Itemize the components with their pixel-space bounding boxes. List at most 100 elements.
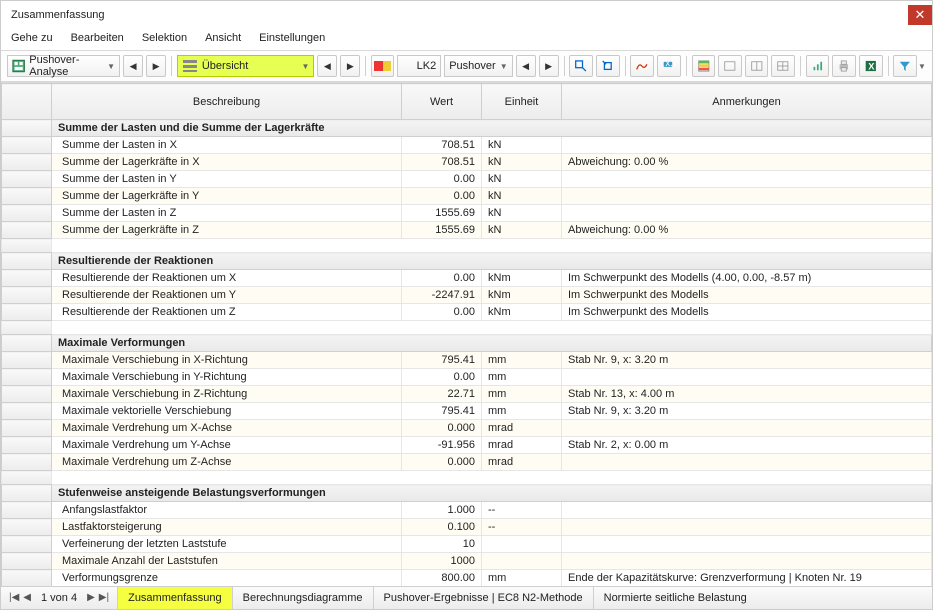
table-row[interactable]: Maximale Verschiebung in X-Richtung795.4… bbox=[2, 352, 932, 369]
filter-button[interactable] bbox=[893, 55, 917, 77]
menu-edit[interactable]: Bearbeiten bbox=[71, 32, 124, 44]
cell-description: Summe der Lagerkräfte in X bbox=[52, 154, 402, 171]
cell-note bbox=[562, 369, 932, 386]
results-toggle-button[interactable] bbox=[630, 55, 654, 77]
table-row[interactable]: Summe der Lasten in Y0.00kN bbox=[2, 171, 932, 188]
cell-value: 0.100 bbox=[402, 519, 482, 536]
view-2-button[interactable] bbox=[745, 55, 769, 77]
print-icon bbox=[837, 58, 851, 74]
table-row[interactable]: Anfangslastfaktor1.000-- bbox=[2, 502, 932, 519]
view-3-button[interactable] bbox=[771, 55, 795, 77]
panel-icon bbox=[723, 58, 737, 74]
cell-description: Maximale Verschiebung in X-Richtung bbox=[52, 352, 402, 369]
table-row[interactable]: Verfeinerung der letzten Laststufe10 bbox=[2, 536, 932, 553]
chart-button[interactable] bbox=[806, 55, 830, 77]
cell-unit: kN bbox=[482, 171, 562, 188]
table-row[interactable]: Summe der Lagerkräfte in Z1555.69kNAbwei… bbox=[2, 222, 932, 239]
next-page-button[interactable]: ▶ bbox=[87, 592, 95, 603]
menu-selection[interactable]: Selektion bbox=[142, 32, 187, 44]
menu-view[interactable]: Ansicht bbox=[205, 32, 241, 44]
page-indicator: 1 von 4 bbox=[41, 592, 77, 604]
cell-unit: mrad bbox=[482, 420, 562, 437]
chevron-down-icon: ▼ bbox=[500, 62, 508, 71]
header-unit[interactable]: Einheit bbox=[482, 84, 562, 120]
prev-page-button[interactable]: ◀ bbox=[23, 592, 31, 603]
cell-unit: mm bbox=[482, 570, 562, 586]
footer-tab[interactable]: Berechnungsdiagramme bbox=[232, 587, 373, 609]
data-table-wrap[interactable]: Beschreibung Wert Einheit Anmerkungen Su… bbox=[1, 82, 932, 586]
cell-description: Verfeinerung der letzten Laststufe bbox=[52, 536, 402, 553]
cell-value: 795.41 bbox=[402, 352, 482, 369]
table-row[interactable]: Resultierende der Reaktionen um Y-2247.9… bbox=[2, 287, 932, 304]
table-row[interactable]: Maximale Verschiebung in Y-Richtung0.00m… bbox=[2, 369, 932, 386]
table-row[interactable]: Summe der Lasten in Z1555.69kN bbox=[2, 205, 932, 222]
print-button[interactable] bbox=[832, 55, 856, 77]
last-page-button[interactable]: ▶| bbox=[99, 592, 109, 603]
table-row[interactable]: Lastfaktorsteigerung0.100-- bbox=[2, 519, 932, 536]
menu-settings[interactable]: Einstellungen bbox=[259, 32, 325, 44]
cell-unit: kNm bbox=[482, 287, 562, 304]
cell-note bbox=[562, 502, 932, 519]
cell-value: 0.000 bbox=[402, 454, 482, 471]
table-row[interactable]: Verformungsgrenze800.00mmEnde der Kapazi… bbox=[2, 570, 932, 586]
excel-export-button[interactable]: X bbox=[859, 55, 883, 77]
table-row[interactable]: Maximale vektorielle Verschiebung795.41m… bbox=[2, 403, 932, 420]
prev-view-button[interactable]: ◀ bbox=[317, 55, 337, 77]
menubar: Gehe zu Bearbeiten Selektion Ansicht Ein… bbox=[1, 28, 932, 51]
table-row[interactable]: Summe der Lagerkräfte in Y0.00kN bbox=[2, 188, 932, 205]
page-nav: |◀ ◀ 1 von 4 ▶ ▶| bbox=[1, 592, 117, 604]
analysis-select[interactable]: Pushover-Analyse ▼ bbox=[7, 55, 120, 77]
table-row[interactable]: Maximale Verdrehung um Y-Achse-91.956mra… bbox=[2, 437, 932, 454]
close-button[interactable]: ✕ bbox=[908, 5, 932, 25]
cell-unit: kN bbox=[482, 222, 562, 239]
header-indicator bbox=[2, 84, 52, 120]
cell-value: 1.000 bbox=[402, 502, 482, 519]
prev-lc-button[interactable]: ◀ bbox=[516, 55, 536, 77]
section-title: Resultierende der Reaktionen bbox=[52, 253, 932, 270]
header-value[interactable]: Wert bbox=[402, 84, 482, 120]
zoom-out-button[interactable] bbox=[596, 55, 620, 77]
cell-note bbox=[562, 454, 932, 471]
table-row[interactable]: Summe der Lagerkräfte in X708.51kNAbweic… bbox=[2, 154, 932, 171]
header-notes[interactable]: Anmerkungen bbox=[562, 84, 932, 120]
pushover-select[interactable]: Pushover ▼ bbox=[444, 55, 512, 77]
table-row[interactable]: Maximale Anzahl der Laststufen1000 bbox=[2, 553, 932, 570]
table-row[interactable]: Resultierende der Reaktionen um Z0.00kNm… bbox=[2, 304, 932, 321]
footer-tab[interactable]: Zusammenfassung bbox=[117, 587, 232, 609]
zoom-in-button[interactable] bbox=[569, 55, 593, 77]
cell-note bbox=[562, 205, 932, 222]
chart-icon bbox=[811, 58, 825, 74]
first-page-button[interactable]: |◀ bbox=[9, 592, 19, 603]
table-row[interactable]: Maximale Verdrehung um Z-Achse0.000mrad bbox=[2, 454, 932, 471]
loadcase-colors[interactable] bbox=[371, 55, 394, 77]
cell-description: Maximale vektorielle Verschiebung bbox=[52, 403, 402, 420]
footer-tab[interactable]: Pushover-Ergebnisse | EC8 N2-Methode bbox=[373, 587, 593, 609]
next-view-button[interactable]: ▶ bbox=[340, 55, 360, 77]
cell-note: Im Schwerpunkt des Modells bbox=[562, 287, 932, 304]
overview-select[interactable]: Übersicht ▼ bbox=[177, 55, 315, 77]
loadcase-select[interactable]: LK2 bbox=[397, 55, 441, 77]
table-row[interactable]: Summe der Lasten in X708.51kN bbox=[2, 137, 932, 154]
header-description[interactable]: Beschreibung bbox=[52, 84, 402, 120]
table-row[interactable]: Maximale Verschiebung in Z-Richtung22.71… bbox=[2, 386, 932, 403]
cell-description: Resultierende der Reaktionen um Z bbox=[52, 304, 402, 321]
cell-value: 1000 bbox=[402, 553, 482, 570]
svg-text:X: X bbox=[868, 61, 875, 71]
view-1-button[interactable] bbox=[718, 55, 742, 77]
table-row[interactable]: Resultierende der Reaktionen um X0.00kNm… bbox=[2, 270, 932, 287]
label-toggle-button[interactable]: x.xx bbox=[657, 55, 681, 77]
cell-note bbox=[562, 420, 932, 437]
menu-goto[interactable]: Gehe zu bbox=[11, 32, 53, 44]
view-colored-button[interactable] bbox=[692, 55, 716, 77]
next-lc-button[interactable]: ▶ bbox=[539, 55, 559, 77]
cell-value: 0.00 bbox=[402, 270, 482, 287]
cell-description: Anfangslastfaktor bbox=[52, 502, 402, 519]
prev-analysis-button[interactable]: ◀ bbox=[123, 55, 143, 77]
footer-tab[interactable]: Normierte seitliche Belastung bbox=[593, 587, 757, 609]
cell-description: Summe der Lagerkräfte in Y bbox=[52, 188, 402, 205]
zoom-out-icon bbox=[601, 58, 615, 74]
section-title: Maximale Verformungen bbox=[52, 335, 932, 352]
next-analysis-button[interactable]: ▶ bbox=[146, 55, 166, 77]
cell-description: Summe der Lasten in Y bbox=[52, 171, 402, 188]
table-row[interactable]: Maximale Verdrehung um X-Achse0.000mrad bbox=[2, 420, 932, 437]
